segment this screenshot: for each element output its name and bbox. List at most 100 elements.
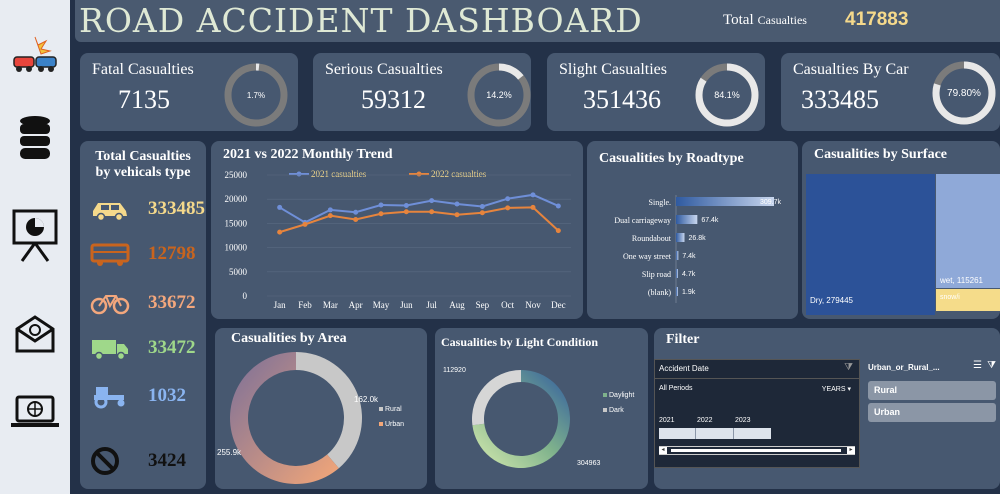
vehicle-value: 12798 xyxy=(148,243,196,264)
kpi-card-fatal: Fatal Casualties 7135 1.7% xyxy=(80,53,298,131)
trend-point[interactable] xyxy=(353,217,359,223)
surface-dry-label: Dry, 279445 xyxy=(810,296,853,305)
periods-label: All Periods xyxy=(659,385,693,392)
trend-point[interactable] xyxy=(403,209,409,215)
surface-dry-block[interactable]: Dry, 279445 xyxy=(806,174,935,315)
x-tick-label: Dec xyxy=(551,300,566,310)
roadtype-bar[interactable] xyxy=(676,269,678,278)
roadtype-chart: Single. 309.7k Dual carriageway 67.4k Rounda… xyxy=(614,195,782,303)
area-option-urban[interactable]: Urban xyxy=(868,403,996,422)
roadtype-bar[interactable] xyxy=(676,233,685,242)
years-dropdown[interactable]: YEARS ▾ xyxy=(822,385,851,393)
kpi-card-slight: Slight Casualties 351436 84.1% xyxy=(547,53,765,131)
header-bar: ROAD ACCIDENT DASHBOARD Total Casualties … xyxy=(75,0,1000,42)
x-tick-label: Jan xyxy=(274,300,286,310)
roadtype-bar[interactable] xyxy=(676,251,679,260)
trend-point[interactable] xyxy=(530,192,536,198)
light-dark-value: 112920 xyxy=(443,367,466,374)
light-chart: 112920 304963 Daylight Dark xyxy=(443,367,634,468)
trend-point[interactable] xyxy=(353,209,359,215)
roadtype-value-label: 7.4k xyxy=(682,253,696,260)
area-legend-rural: Rural xyxy=(385,406,402,413)
kpi-card-car: Casualties By Car 333485 79.80% xyxy=(781,53,1000,131)
trend-point[interactable] xyxy=(277,204,283,210)
surface-title: Casualities by Surface xyxy=(814,147,947,162)
roadtype-bar[interactable] xyxy=(676,215,698,224)
monthly-trend-panel: 2021 vs 2022 Monthly Trend 2021 casualti… xyxy=(211,141,583,319)
scroll-left-icon[interactable]: ◂ xyxy=(659,447,667,454)
area-slicer-title: Urban_or_Rural_... xyxy=(868,363,940,372)
total-casualties-value: 417883 xyxy=(845,9,909,30)
roadtype-panel: Casualities by Roadtype Single. 309.7k Dua… xyxy=(587,141,798,319)
trend-point[interactable] xyxy=(429,209,435,215)
kpi-donut: 79.80% xyxy=(932,61,996,125)
area-panel: Casualities by Area 162.0k 255.9k Rural … xyxy=(215,328,427,489)
clear-slicer-icon[interactable]: ⧩ xyxy=(987,360,996,371)
vehicle-value: 3424 xyxy=(148,450,186,471)
year-timeline[interactable] xyxy=(659,428,771,439)
roadtype-label: Dual carriageway xyxy=(614,216,671,225)
trend-series-line xyxy=(279,206,560,234)
trend-point[interactable] xyxy=(378,211,384,217)
roadtype-value-label: 26.8k xyxy=(688,235,706,242)
area-legend-urban: Urban xyxy=(385,421,404,428)
laptop-globe-icon[interactable] xyxy=(0,392,70,432)
trend-point[interactable] xyxy=(327,213,333,219)
surface-wet-block[interactable]: wet, 115261 xyxy=(936,174,1000,288)
kpi-title: Casualties By Car xyxy=(793,61,909,78)
area-slicer[interactable]: Urban_or_Rural_... ☰ ⧩ Rural Urban xyxy=(866,359,1000,468)
vehicle-value: 333485 xyxy=(148,198,205,219)
area-option-rural[interactable]: Rural xyxy=(868,381,996,400)
light-slice[interactable] xyxy=(472,370,521,426)
trend-point[interactable] xyxy=(555,203,561,209)
trend-point[interactable] xyxy=(555,228,561,234)
date-slicer[interactable]: Accident Date ⧩ All Periods YEARS ▾ 2021… xyxy=(654,359,860,468)
presentation-chart-icon[interactable] xyxy=(0,206,70,264)
timeline-scrollbar[interactable]: ◂ ▸ xyxy=(659,446,855,455)
multi-select-icon[interactable]: ☰ xyxy=(973,360,982,371)
roadtype-value-label: 1.9k xyxy=(682,289,696,296)
vehicle-value: 33472 xyxy=(148,337,196,358)
y-tick-label: 10000 xyxy=(225,243,248,253)
surface-snow-block[interactable]: snow/i xyxy=(936,289,1000,311)
vehicle-row-other: 3424 xyxy=(90,446,210,476)
kpi-title: Slight Casualties xyxy=(559,61,667,78)
total-small-label: Casualties xyxy=(757,13,807,27)
trend-point[interactable] xyxy=(479,210,485,216)
filter-panel: Filter Accident Date ⧩ All Periods YEARS… xyxy=(654,328,1000,489)
trend-point[interactable] xyxy=(429,198,435,204)
trend-point[interactable] xyxy=(302,221,308,227)
trend-point[interactable] xyxy=(378,202,384,208)
y-tick-label: 15000 xyxy=(225,218,248,228)
x-tick-label: Jul xyxy=(426,300,437,310)
trend-point[interactable] xyxy=(530,204,536,210)
trend-point[interactable] xyxy=(454,212,460,218)
trend-point[interactable] xyxy=(327,207,333,213)
trend-point[interactable] xyxy=(454,201,460,207)
clear-filter-icon[interactable]: ⧩ xyxy=(844,362,853,373)
vehicle-row-tractor: 1032 xyxy=(90,381,210,411)
car-icon xyxy=(93,203,127,221)
trend-point[interactable] xyxy=(479,203,485,209)
vehicle-value: 1032 xyxy=(148,385,186,406)
trend-point[interactable] xyxy=(403,202,409,208)
x-tick-label: May xyxy=(373,300,390,310)
area-slice[interactable] xyxy=(296,352,362,469)
year-2022: 2022 xyxy=(697,417,713,424)
trend-point[interactable] xyxy=(505,196,511,202)
trend-point[interactable] xyxy=(505,205,511,211)
database-icon[interactable] xyxy=(0,112,70,164)
kpi-value: 7135 xyxy=(118,85,170,114)
scroll-right-icon[interactable]: ▸ xyxy=(847,447,855,454)
car-crash-icon[interactable] xyxy=(0,30,70,80)
trend-point[interactable] xyxy=(277,229,283,235)
kpi-percent: 1.7% xyxy=(247,91,265,100)
email-icon[interactable] xyxy=(0,310,70,358)
x-tick-label: Feb xyxy=(298,300,312,310)
roadtype-bar[interactable] xyxy=(676,287,678,296)
roadtype-label: Slip road xyxy=(642,270,671,279)
kpi-title: Serious Casualties xyxy=(325,61,443,78)
x-tick-label: Apr xyxy=(349,300,363,310)
year-2023: 2023 xyxy=(735,417,751,424)
area-rural-value: 162.0k xyxy=(354,395,379,404)
